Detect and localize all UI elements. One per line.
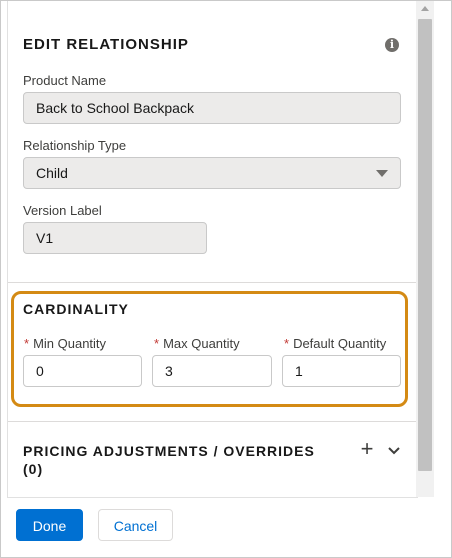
chevron-down-icon[interactable]	[384, 441, 404, 461]
modal-frame: EDIT RELATIONSHIP i Product Name Back to…	[0, 0, 452, 558]
product-name-label: Product Name	[23, 73, 107, 88]
edit-panel: EDIT RELATIONSHIP i Product Name Back to…	[7, 1, 418, 498]
relationship-type-value: Child	[36, 165, 68, 181]
cancel-button[interactable]: Cancel	[98, 509, 173, 541]
scrollbar[interactable]	[416, 1, 434, 497]
cardinality-highlight	[11, 291, 408, 407]
pricing-adjustments-count: (0)	[23, 461, 44, 477]
pricing-adjustments-title-line1: PRICING ADJUSTMENTS / OVERRIDES	[23, 443, 315, 459]
add-icon[interactable]: +	[357, 438, 377, 460]
scrollbar-thumb[interactable]	[418, 19, 432, 471]
version-label-field: V1	[23, 222, 207, 254]
relationship-type-select[interactable]: Child	[23, 157, 401, 189]
section-divider	[8, 282, 417, 283]
info-icon[interactable]: i	[385, 38, 399, 52]
chevron-down-glyph	[388, 447, 400, 455]
product-name-field: Back to School Backpack	[23, 92, 401, 124]
edit-relationship-title: EDIT RELATIONSHIP	[23, 36, 189, 53]
chevron-down-icon	[376, 170, 388, 177]
scroll-up-icon[interactable]	[421, 6, 429, 11]
relationship-type-label: Relationship Type	[23, 138, 127, 153]
modal-footer: Done Cancel	[1, 498, 451, 557]
section-divider	[8, 421, 417, 422]
pricing-adjustments-title[interactable]: PRICING ADJUSTMENTS / OVERRIDES (0)	[23, 442, 315, 478]
version-label-label: Version Label	[23, 203, 102, 218]
done-button[interactable]: Done	[16, 509, 83, 541]
